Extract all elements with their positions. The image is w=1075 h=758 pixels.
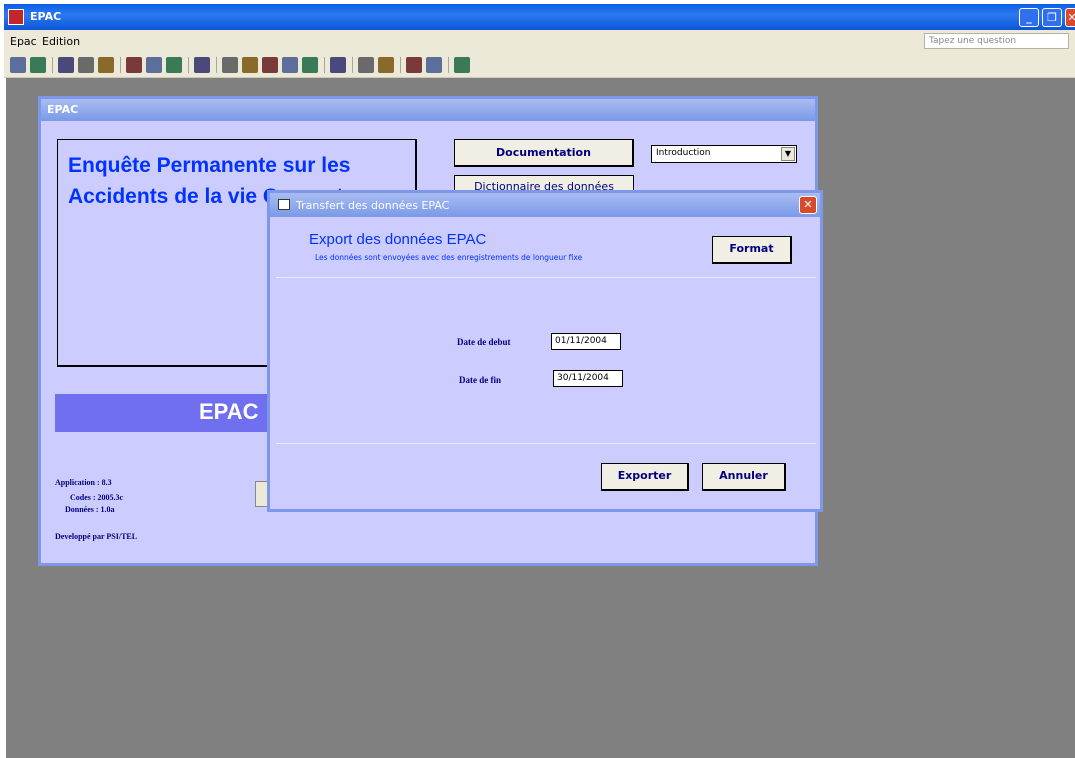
codes-version: Codes : 2005.3c — [70, 493, 124, 502]
database-window-icon[interactable] — [406, 57, 422, 73]
window-titlebar[interactable]: EPAC _ ❐ ✕ — [4, 4, 1075, 30]
cut-icon[interactable] — [126, 57, 142, 73]
date-debut-input[interactable]: 01/11/2004 — [551, 333, 621, 350]
epac-banner-text: EPAC — [199, 399, 259, 424]
menu-bar: Epac Edition Tapez une question — [4, 30, 1075, 52]
dialog-titlebar[interactable]: Transfert des données EPAC ✕ — [270, 193, 820, 217]
documentation-button[interactable]: Documentation — [454, 139, 634, 167]
intro-select[interactable]: Introduction ▼ — [651, 145, 797, 163]
spelling-icon[interactable] — [98, 57, 114, 73]
intro-select-value: Introduction — [656, 148, 711, 158]
toolbar — [4, 52, 1075, 78]
toolbar-separator — [52, 57, 53, 73]
data-version: Données : 1.0a — [65, 505, 115, 514]
window-title: EPAC — [30, 10, 62, 23]
print-icon[interactable] — [58, 57, 74, 73]
new-object-icon[interactable] — [426, 57, 442, 73]
divider — [276, 443, 816, 444]
dialog-title: Transfert des données EPAC — [296, 199, 450, 212]
ask-question-input[interactable]: Tapez une question — [924, 33, 1069, 49]
export-subtitle: Les données sont envoyées avec des enreg… — [315, 253, 583, 262]
export-button[interactable]: Exporter — [601, 463, 689, 491]
date-fin-input[interactable]: 30/11/2004 — [553, 370, 623, 387]
cancel-button[interactable]: Annuler — [702, 463, 786, 491]
save-icon[interactable] — [10, 57, 26, 73]
print-preview-icon[interactable] — [78, 57, 94, 73]
toolbar-separator — [188, 57, 189, 73]
date-fin-label: Date de fin — [459, 375, 501, 385]
toolbar-separator — [448, 57, 449, 73]
sort-ascending-icon[interactable] — [222, 57, 238, 73]
format-button[interactable]: Format — [712, 236, 792, 264]
toolbar-separator — [120, 57, 121, 73]
delete-record-icon[interactable] — [378, 57, 394, 73]
dialog-close-button[interactable]: ✕ — [799, 196, 817, 214]
menu-epac[interactable]: Epac — [10, 35, 37, 48]
new-record-icon[interactable] — [358, 57, 374, 73]
developer-credit: Developpé par PSI/TEL — [55, 532, 138, 541]
chevron-down-icon[interactable]: ▼ — [781, 147, 795, 161]
toolbar-separator — [216, 57, 217, 73]
divider — [276, 277, 816, 278]
sort-descending-icon[interactable] — [242, 57, 258, 73]
minimize-button[interactable]: _ — [1019, 8, 1039, 27]
toolbar-separator — [400, 57, 401, 73]
database-icon[interactable] — [30, 57, 46, 73]
toolbar-separator — [324, 57, 325, 73]
maximize-button[interactable]: ❐ — [1042, 8, 1062, 27]
export-heading: Export des données EPAC — [309, 231, 487, 248]
date-debut-label: Date de debut — [457, 337, 511, 347]
paste-icon[interactable] — [166, 57, 182, 73]
filter-by-selection-icon[interactable] — [262, 57, 278, 73]
toolbar-separator — [352, 57, 353, 73]
undo-icon[interactable] — [194, 57, 210, 73]
application-version: Application : 8.3 — [55, 478, 112, 487]
main-form-titlebar[interactable]: EPAC — [41, 99, 815, 121]
help-icon[interactable] — [454, 57, 470, 73]
close-window-button[interactable]: ✕ — [1065, 8, 1075, 27]
filter-by-form-icon[interactable] — [282, 57, 298, 73]
apply-filter-icon[interactable] — [302, 57, 318, 73]
access-app-icon — [8, 9, 24, 25]
form-icon — [278, 199, 290, 210]
menu-edition[interactable]: Edition — [42, 35, 80, 48]
transfer-dialog: Transfert des données EPAC ✕ Export des … — [267, 190, 823, 512]
access-application: EPAC _ ❐ ✕ Epac Edition Tapez une questi… — [0, 0, 1075, 758]
copy-icon[interactable] — [146, 57, 162, 73]
find-icon[interactable] — [330, 57, 346, 73]
